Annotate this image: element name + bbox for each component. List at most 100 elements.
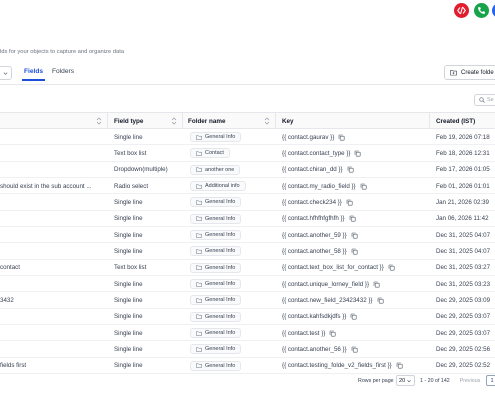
folder-chip[interactable]: General Info	[190, 344, 242, 355]
copy-icon[interactable]	[347, 166, 354, 173]
folder-cell: General Info	[190, 309, 274, 325]
table-row[interactable]: Single line General Info {{ contact.hfhfhf…	[0, 211, 495, 228]
object-select[interactable]	[0, 66, 12, 80]
search-input[interactable]: Se	[474, 94, 495, 106]
folder-chip[interactable]: General Info	[190, 279, 242, 290]
folder-chip[interactable]: General Info	[190, 246, 242, 257]
rows-per-page-value: 20	[399, 377, 406, 384]
table-row[interactable]: Single line General Info {{ contact.kahfsd…	[0, 309, 495, 326]
previous-page-button[interactable]: Previous	[455, 375, 485, 386]
folder-cell: General Info	[190, 227, 274, 243]
table-row[interactable]: Text box list Contact {{ contact.contact_t…	[0, 145, 495, 162]
copy-icon[interactable]	[351, 232, 358, 239]
table-row[interactable]: contact Text box list General Info {{ conta…	[0, 260, 495, 277]
pagination: Rows per page 20 1 - 20 of 142 Previous …	[0, 374, 495, 390]
copy-icon[interactable]	[338, 134, 345, 141]
sort-icon[interactable]	[96, 117, 102, 125]
folder-chip[interactable]: General Info	[190, 328, 242, 339]
sort-icon[interactable]	[264, 117, 270, 125]
field-key: {{ contact.check234 }}	[282, 198, 342, 206]
folder-chip[interactable]: General Info	[190, 132, 242, 142]
folder-cell: General Info	[190, 243, 274, 259]
rows-per-page-select[interactable]: 20	[396, 375, 415, 386]
table-row[interactable]: Dropdown(multiple) another one {{ contact.…	[0, 162, 495, 179]
copy-icon[interactable]	[354, 150, 361, 157]
field-name	[0, 227, 108, 243]
folder-name: General Info	[205, 199, 236, 206]
table-row[interactable]: Single line General Info {{ contact.anothe…	[0, 341, 495, 358]
custom-fields-table: Field type Folder name Key Created (IST)…	[0, 112, 495, 375]
create-folder-label: Create folde	[461, 69, 494, 76]
tab-folders[interactable]: Folders	[52, 68, 74, 75]
copy-icon[interactable]	[351, 248, 358, 255]
folder-chip[interactable]: another one	[190, 164, 241, 175]
folder-chip[interactable]: General Info	[190, 213, 242, 224]
folder-icon	[196, 314, 202, 320]
created-date: Feb 01, 2026 01:01	[436, 182, 490, 190]
folder-icon	[196, 232, 202, 238]
copy-icon[interactable]	[396, 362, 403, 369]
folder-chip[interactable]: Additional info	[190, 181, 246, 192]
folder-chip[interactable]: General Info	[190, 311, 242, 322]
folder-name: General Info	[205, 248, 236, 255]
folder-cell: Contact	[190, 145, 274, 161]
table-row[interactable]: Single line General Info {{ contact.test }…	[0, 325, 495, 342]
copy-icon[interactable]	[373, 281, 380, 288]
folder-chip[interactable]: General Info	[190, 262, 242, 273]
page-number-button[interactable]: 1	[486, 375, 495, 386]
folder-name: Contact	[205, 150, 224, 157]
code-button[interactable]	[454, 3, 469, 18]
folder-cell: General Info	[190, 260, 274, 276]
table-row[interactable]: Single line General Info {{ contact.check2…	[0, 194, 495, 211]
folder-chip[interactable]: General Info	[190, 360, 242, 371]
field-name	[0, 194, 108, 210]
created-date: Dec 29, 2025 02:56	[436, 345, 491, 353]
folder-chip[interactable]: General Info	[190, 197, 242, 208]
copy-icon[interactable]	[360, 183, 367, 190]
table-header: Field type Folder name Key Created (IST)	[0, 112, 495, 129]
create-folder-button[interactable]: Create folde	[444, 65, 495, 80]
folder-icon	[196, 298, 202, 303]
created-date: Feb 18, 2026 12:31	[436, 149, 490, 157]
copy-icon[interactable]	[349, 215, 356, 222]
table-row[interactable]: Single line General Info {{ contact.anothe…	[0, 243, 495, 260]
copy-icon[interactable]	[350, 313, 357, 320]
page-subtitle: lds for your objects to capture and orga…	[0, 49, 125, 55]
copy-icon[interactable]	[329, 330, 336, 337]
folder-cell: General Info	[190, 341, 274, 357]
copy-icon[interactable]	[377, 297, 384, 304]
table-row[interactable]: fields first Single line General Info {{ co…	[0, 358, 495, 375]
phone-button[interactable]	[474, 3, 489, 18]
folder-chip[interactable]: General Info	[190, 295, 242, 306]
folder-icon	[196, 216, 202, 221]
field-name	[0, 276, 108, 292]
folder-name: General Info	[205, 281, 236, 288]
created-date: Dec 31, 2025 03:23	[436, 280, 491, 288]
folder-chip[interactable]: General Info	[190, 230, 242, 241]
folder-cell: General Info	[190, 325, 274, 341]
field-type: Text box list	[114, 264, 147, 272]
tab-fields[interactable]: Fields	[24, 68, 43, 75]
key-cell: {{ contact.chiran_dd }}	[282, 162, 428, 178]
table-row[interactable]: should exist in the sub account ... Radio…	[0, 178, 495, 195]
copy-icon[interactable]	[346, 199, 353, 206]
sort-icon[interactable]	[171, 117, 177, 125]
key-cell: {{ contact.contact_type }}	[282, 145, 428, 161]
copy-icon[interactable]	[388, 264, 395, 271]
folder-cell: General Info	[190, 211, 274, 227]
chevron-down-icon	[407, 379, 411, 382]
table-row[interactable]: Single line General Info {{ contact.unique…	[0, 276, 495, 293]
copy-icon[interactable]	[351, 346, 358, 353]
table-row[interactable]: Single line General Info {{ contact.gaurav…	[0, 129, 495, 146]
key-cell: {{ contact.testing_folde_v2_fields_first…	[282, 358, 428, 374]
column-divider	[107, 113, 108, 129]
folder-cell: Additional info	[190, 178, 274, 194]
field-key: {{ contact.testing_folde_v2_fields_first…	[282, 362, 392, 370]
key-cell: {{ contact.text_box_list_for_contact }}	[282, 260, 428, 276]
field-name	[0, 129, 108, 145]
created-date: Feb 19, 2026 07:18	[436, 133, 490, 141]
table-row[interactable]: Single line General Info {{ contact.anothe…	[0, 227, 495, 244]
field-name	[0, 325, 108, 341]
folder-chip[interactable]: Contact	[190, 148, 230, 159]
table-row[interactable]: 3432 Single line General Info {{ contact.ne…	[0, 292, 495, 309]
